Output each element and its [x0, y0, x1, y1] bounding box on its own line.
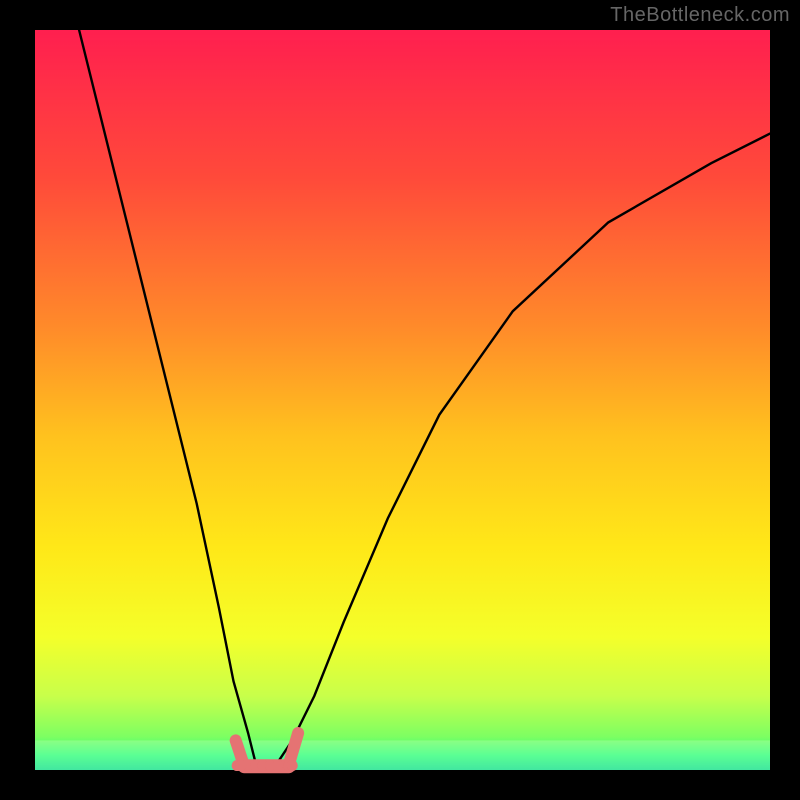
chart-frame: TheBottleneck.com [0, 0, 800, 800]
watermark-text: TheBottleneck.com [610, 4, 790, 27]
bottleneck-chart [0, 0, 800, 800]
